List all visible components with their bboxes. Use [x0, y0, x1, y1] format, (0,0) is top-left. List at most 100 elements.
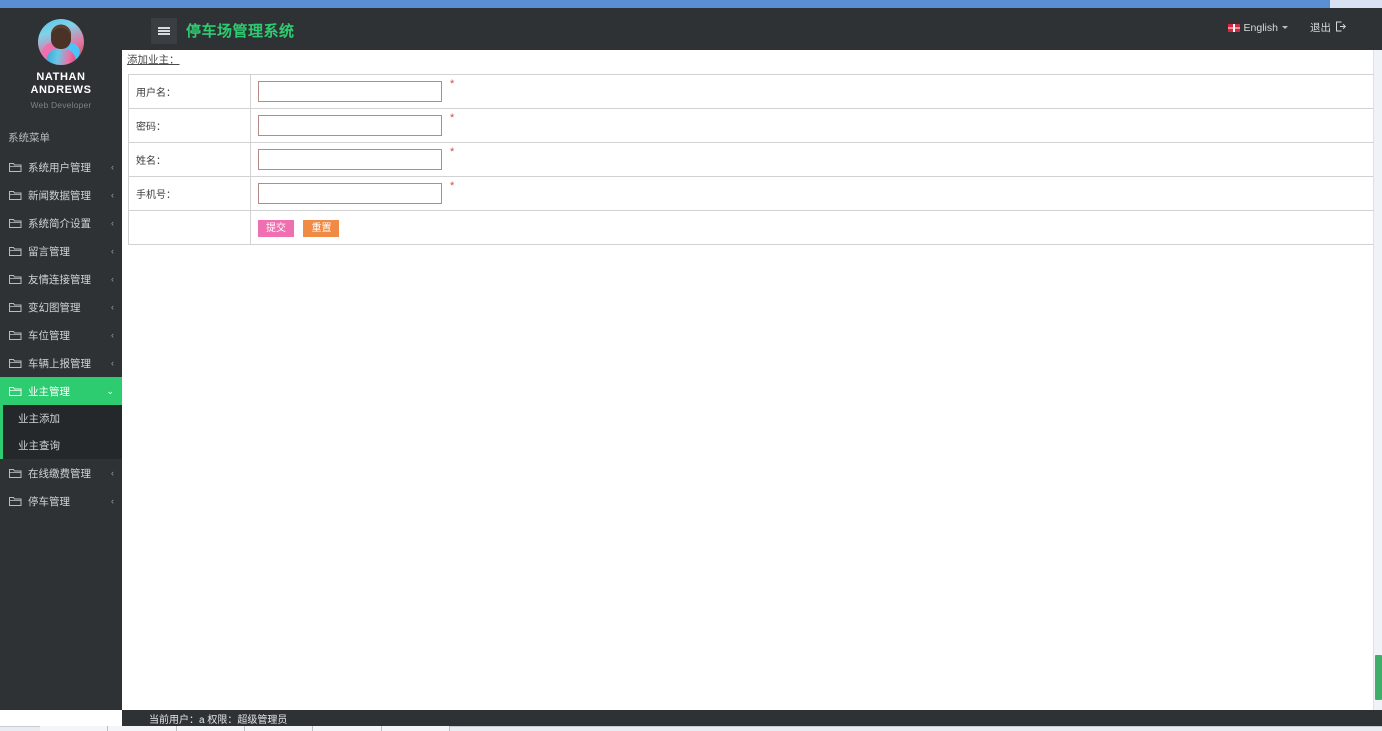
os-taskbar-items[interactable]: [40, 726, 450, 731]
status-bar: 当前用户：a 权限：超级管理员: [122, 710, 1382, 726]
sidebar-item-label: 业主管理: [28, 385, 70, 398]
submit-button[interactable]: 提交: [258, 220, 294, 237]
submenu-accent-bar: [0, 405, 3, 459]
form-row-username: 用户名： *: [128, 74, 1374, 109]
folder-icon: [9, 468, 22, 479]
sidebar-subitem-label: 业主添加: [18, 413, 60, 425]
required-asterisk: *: [450, 112, 455, 124]
vertical-scrollbar[interactable]: [1373, 50, 1382, 710]
sidebar-item-label: 友情连接管理: [28, 273, 91, 286]
sidebar-item-label: 留言管理: [28, 245, 70, 258]
chevron-left-icon: ‹: [111, 357, 114, 368]
hamburger-icon[interactable]: [151, 18, 177, 44]
form-label-name: 姓名：: [128, 142, 251, 177]
sidebar-item-system-users[interactable]: 系统用户管理 ‹: [0, 153, 122, 181]
sidebar-item-label: 车辆上报管理: [28, 357, 91, 370]
profile-block: NATHAN ANDREWS Web Developer: [0, 8, 122, 122]
sidebar-section-title: 系统菜单: [8, 132, 50, 144]
browser-chrome-strip: [0, 0, 1382, 8]
uk-flag-icon: [1227, 23, 1240, 32]
status-bar-text: 当前用户：a 权限：超级管理员: [149, 714, 288, 726]
profile-name-line1: NATHAN: [36, 71, 86, 83]
form-row-name: 姓名： *: [128, 142, 1374, 177]
sidebar-item-owner-management[interactable]: 业主管理 ⌄: [0, 377, 122, 405]
sidebar-item-news-data[interactable]: 新闻数据管理 ‹: [0, 181, 122, 209]
language-label: English: [1243, 21, 1278, 34]
form-field-password-cell: *: [250, 108, 1374, 143]
sidebar-item-label: 变幻图管理: [28, 301, 81, 314]
folder-icon: [9, 218, 22, 229]
form-row-phone: 手机号： *: [128, 176, 1374, 211]
sidebar-subitem-label: 业主查询: [18, 440, 60, 452]
form-actions-cell: 提交 重置: [250, 210, 1374, 245]
top-bar-actions: English 退出: [1227, 20, 1347, 35]
form-field-name-cell: *: [250, 142, 1374, 177]
sidebar-submenu: 业主添加 业主查询: [0, 405, 122, 459]
language-selector[interactable]: English: [1227, 21, 1288, 34]
sidebar-item-online-payment[interactable]: 在线缴费管理 ‹: [0, 459, 122, 487]
sidebar: NATHAN ANDREWS Web Developer 系统菜单 系统用户管理…: [0, 8, 122, 710]
required-asterisk: *: [450, 146, 455, 158]
form-label-password: 密码：: [128, 108, 251, 143]
logout-button[interactable]: 退出: [1310, 20, 1347, 35]
sidebar-item-parking-space[interactable]: 车位管理 ‹: [0, 321, 122, 349]
reset-button[interactable]: 重置: [303, 220, 340, 237]
folder-icon: [9, 496, 22, 507]
form-field-username-cell: *: [250, 74, 1374, 109]
sidebar-item-label: 停车管理: [28, 495, 70, 508]
folder-icon: [9, 330, 22, 341]
folder-icon: [9, 386, 22, 397]
chevron-down-icon: [1282, 26, 1288, 29]
sidebar-item-friend-links[interactable]: 友情连接管理 ‹: [0, 265, 122, 293]
sidebar-item-vehicle-report[interactable]: 车辆上报管理 ‹: [0, 349, 122, 377]
chevron-left-icon: ‹: [111, 245, 114, 256]
sidebar-item-label: 车位管理: [28, 329, 70, 342]
sidebar-subitem-owner-query[interactable]: 业主查询: [0, 432, 122, 459]
logout-label: 退出: [1310, 22, 1331, 34]
folder-icon: [9, 162, 22, 173]
chevron-down-icon: ⌄: [106, 385, 114, 396]
folder-icon: [9, 246, 22, 257]
browser-chrome-strip-right: [1330, 0, 1382, 8]
sign-out-icon: [1335, 21, 1347, 35]
folder-icon: [9, 190, 22, 201]
sidebar-item-system-intro[interactable]: 系统简介设置 ‹: [0, 209, 122, 237]
footer-left-pad: [0, 710, 122, 726]
form-field-phone-cell: *: [250, 176, 1374, 211]
chevron-left-icon: ‹: [111, 273, 114, 284]
username-input[interactable]: [258, 81, 442, 102]
form-row-actions: 提交 重置: [128, 210, 1374, 245]
page-title: 停车场管理系统: [186, 23, 295, 40]
required-asterisk: *: [450, 180, 455, 192]
chevron-left-icon: ‹: [111, 329, 114, 340]
scrollbar-thumb[interactable]: [1375, 655, 1382, 700]
sidebar-subitem-owner-add[interactable]: 业主添加: [0, 405, 122, 432]
form-actions-spacer: [128, 210, 251, 245]
form-label-username: 用户名：: [128, 74, 251, 109]
chevron-left-icon: ‹: [111, 495, 114, 506]
folder-icon: [9, 274, 22, 285]
chevron-left-icon: ‹: [111, 217, 114, 228]
sidebar-item-label: 系统用户管理: [28, 161, 91, 174]
app-window: NATHAN ANDREWS Web Developer 系统菜单 系统用户管理…: [0, 0, 1382, 731]
profile-name-line2: ANDREWS: [30, 84, 92, 96]
avatar: [38, 19, 84, 65]
content-area: 添加业主： 用户名： * 密码： * 姓名： * 手机号： * 提交 重置: [122, 50, 1382, 710]
name-input[interactable]: [258, 149, 442, 170]
folder-icon: [9, 358, 22, 369]
chevron-left-icon: ‹: [111, 189, 114, 200]
top-bar: 停车场管理系统 English 退出: [122, 8, 1382, 50]
sidebar-item-carousel[interactable]: 变幻图管理 ‹: [0, 293, 122, 321]
profile-role: Web Developer: [30, 100, 92, 110]
folder-icon: [9, 302, 22, 313]
add-owner-form: 用户名： * 密码： * 姓名： * 手机号： * 提交 重置: [128, 74, 1374, 245]
sidebar-item-label: 新闻数据管理: [28, 189, 91, 202]
sidebar-item-messages[interactable]: 留言管理 ‹: [0, 237, 122, 265]
sidebar-item-parking-management[interactable]: 停车管理 ‹: [0, 487, 122, 515]
chevron-left-icon: ‹: [111, 161, 114, 172]
chevron-left-icon: ‹: [111, 467, 114, 478]
password-input[interactable]: [258, 115, 442, 136]
required-asterisk: *: [450, 78, 455, 90]
breadcrumb: 添加业主：: [127, 54, 180, 66]
phone-input[interactable]: [258, 183, 442, 204]
